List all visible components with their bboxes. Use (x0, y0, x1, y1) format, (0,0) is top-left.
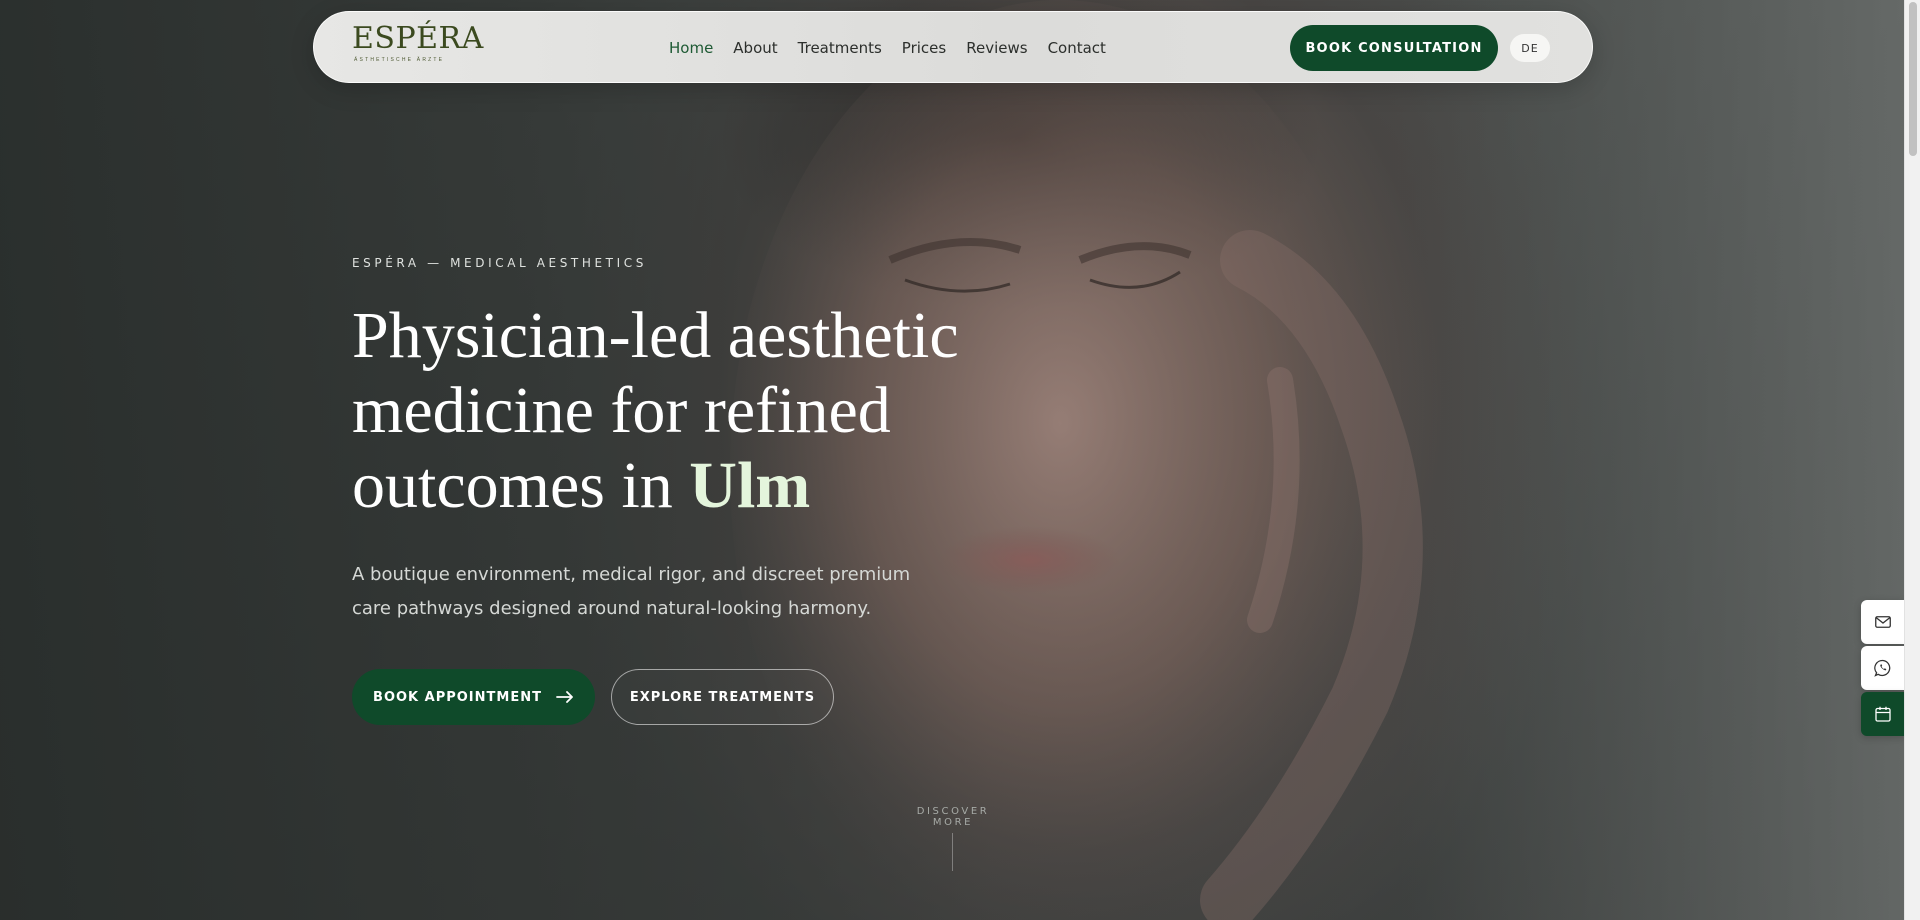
nav-link-prices[interactable]: Prices (902, 39, 946, 57)
logo-tagline: ÄSTHETISCHE ÄRZTE (354, 57, 445, 63)
hero-eyebrow: ESPÉRA — MEDICAL AESTHETICS (352, 256, 647, 270)
explore-treatments-button[interactable]: EXPLORE TREATMENTS (611, 669, 834, 725)
nav-link-reviews[interactable]: Reviews (966, 39, 1027, 57)
whatsapp-button[interactable] (1861, 646, 1905, 690)
mail-icon (1875, 616, 1891, 628)
page-scrollbar[interactable] (1904, 0, 1920, 920)
hero-headline: Physician-led aesthetic medicine for ref… (352, 298, 1072, 523)
nav-link-home[interactable]: Home (669, 39, 713, 57)
calendar-icon (1875, 706, 1891, 722)
mail-button[interactable] (1861, 600, 1905, 644)
nav-link-about[interactable]: About (733, 39, 777, 57)
book-appointment-button[interactable]: BOOK APPOINTMENT (352, 669, 595, 725)
discover-more-link[interactable]: DISCOVER MORE (898, 806, 1008, 828)
hero-subtext: A boutique environment, medical rigor, a… (352, 564, 911, 619)
side-contact-rail (1861, 600, 1905, 738)
brand-logo[interactable]: ESPÉRA ÄSTHETISCHE ÄRZTE (352, 21, 484, 70)
logo-wordmark: ESPÉRA (352, 21, 484, 56)
top-navbar: ESPÉRA ÄSTHETISCHE ÄRZTE Home About Trea… (313, 11, 1593, 83)
headline-accent-city: Ulm (689, 449, 811, 522)
book-appointment-label: BOOK APPOINTMENT (373, 689, 542, 705)
nav-link-treatments[interactable]: Treatments (798, 39, 882, 57)
book-consultation-button[interactable]: BOOK CONSULTATION (1290, 25, 1498, 71)
calendar-button[interactable] (1861, 692, 1905, 736)
language-switch-button[interactable]: DE (1510, 34, 1550, 62)
arrow-right-icon (556, 691, 573, 703)
scroll-indicator-line (952, 833, 953, 871)
whatsapp-icon (1874, 659, 1891, 677)
headline-line-2: medicine for refined (352, 374, 891, 447)
headline-line-3: outcomes in (352, 449, 690, 522)
nav-link-contact[interactable]: Contact (1048, 39, 1106, 57)
nav-links: Home About Treatments Prices Reviews Con… (669, 12, 1126, 84)
headline-line-1: Physician-led aesthetic (352, 299, 959, 372)
scrollbar-thumb[interactable] (1909, 2, 1917, 156)
